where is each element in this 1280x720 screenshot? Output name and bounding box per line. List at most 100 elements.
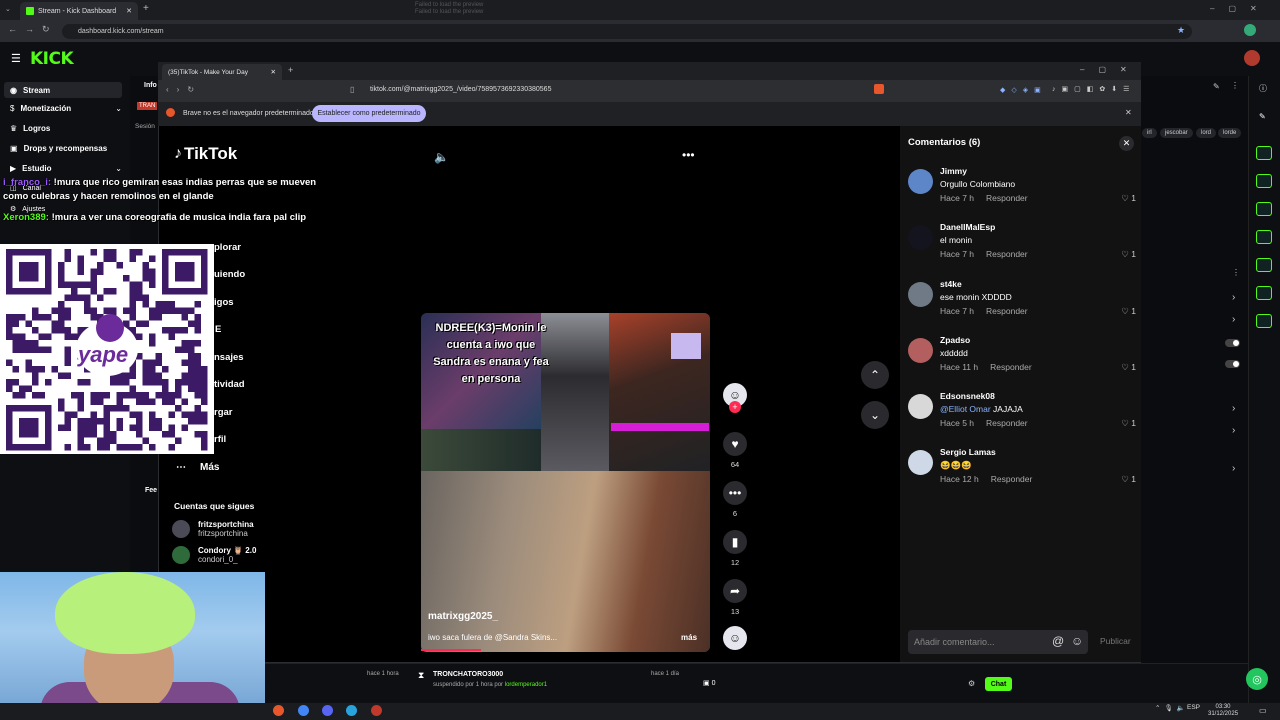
chat-send-button[interactable]: Chat [985,677,1012,691]
like-button[interactable]: ♥ 64 [723,432,747,469]
timer-icon[interactable] [1256,202,1272,216]
outer-tab-kick[interactable]: Stream - Kick Dashboard ✕ [20,2,138,20]
comment-like[interactable]: ♡ 1 [1121,474,1136,485]
reply-button[interactable]: Responder [991,474,1033,484]
more-icon[interactable]: ⋮ [1231,81,1239,90]
new-tab-button[interactable]: + [143,3,149,14]
publish-button[interactable]: Publicar [1100,636,1131,646]
tray-clock[interactable]: 03:30 31/12/2025 [1208,704,1238,718]
back-icon[interactable]: ← [8,24,17,34]
gear-icon[interactable]: ⚙ [968,679,975,688]
reply-button[interactable]: Responder [986,193,1028,203]
nav-siguiendo[interactable]: uiendo [214,269,245,280]
nav-cargar[interactable]: rgar [214,407,232,418]
sidebar-item-logros[interactable]: ♛ Logros [10,124,50,133]
lightning-icon[interactable] [1256,174,1272,188]
follow-plus-icon[interactable]: + [729,401,741,413]
tag-chip[interactable]: lorde [1218,128,1242,138]
forward-icon[interactable]: → [25,24,34,34]
brave-shield-icon[interactable] [874,84,884,94]
nav-amigos[interactable]: igos [214,297,234,308]
following-item[interactable]: Condory 🦉 2.0 condori_0_ [172,546,256,564]
broadcast-icon[interactable] [1256,258,1272,272]
nav-mensajes[interactable]: nsajes [214,352,244,363]
tag-chip[interactable]: lord [1196,128,1217,138]
reply-button[interactable]: Responder [986,306,1028,316]
rail-tool-icon[interactable] [1256,146,1272,160]
mention-icon[interactable]: @ [1052,634,1064,648]
nav-more[interactable]: ⋯ Más [176,462,219,473]
next-video-button[interactable]: ⌄ [861,401,889,429]
avatar[interactable] [908,282,933,307]
comment-author[interactable]: Jimmy [940,166,967,176]
nav-actividad[interactable]: tividad [214,379,245,390]
comment-button[interactable]: ••• 6 [723,481,747,518]
chevron-right-icon[interactable]: › [1232,314,1235,325]
reload-icon[interactable]: ↻ [42,24,50,35]
avatar[interactable] [908,169,933,194]
comment-author[interactable]: Sergio Lamas [940,447,996,457]
toolbar-icons[interactable]: ♪▣▢◧✿⬇☰ [1052,85,1135,93]
user-avatar[interactable] [1244,50,1260,66]
comment-like[interactable]: ♡ 1 [1121,362,1136,373]
reply-button[interactable]: Responder [986,249,1028,259]
comment-mention[interactable]: @Elliot Omar [940,404,991,414]
chevron-right-icon[interactable]: › [1232,463,1235,474]
sound-disc[interactable]: ☺ [723,626,747,650]
window-controls[interactable]: –▢✕ [1210,4,1271,13]
suspended-user[interactable]: TRONCHATORO3000 [433,671,503,678]
nav-explorar[interactable]: plorar [214,242,241,253]
nav-perfil[interactable]: rfil [214,434,226,445]
reply-button[interactable]: Responder [986,418,1028,428]
outer-url-field[interactable]: dashboard.kick.com/stream [62,24,1192,39]
comment-like[interactable]: ♡ 1 [1121,418,1136,429]
tiktok-logo[interactable]: ♪ TikTok [174,144,237,164]
layout-icon[interactable] [1256,286,1272,300]
comment-author[interactable]: Zpadso [940,335,970,345]
menu-icon[interactable]: ☰ [11,52,21,65]
comment-like[interactable]: ♡ 1 [1121,193,1136,204]
obs-taskbar-icon[interactable] [371,705,382,716]
tag-chip[interactable]: irl [1142,128,1157,138]
bookmark-star-icon[interactable]: ★ [1177,25,1185,36]
chevron-right-icon[interactable]: › [1232,425,1235,436]
nav-buttons[interactable]: ‹›↻ [166,85,202,94]
toggle-switch[interactable] [1225,360,1240,368]
info-icon[interactable]: ⓘ [1259,83,1267,94]
sidebar-item-estudio[interactable]: ▶ Estudio ⌄ [10,164,122,173]
avatar[interactable] [908,394,933,419]
comment-like[interactable]: ♡ 1 [1121,249,1136,260]
moderator-name[interactable]: lordemperador1 [505,682,547,688]
chat-icon[interactable] [1256,230,1272,244]
support-fab-icon[interactable]: ◎ [1246,668,1268,690]
edit-icon[interactable]: ✎ [1213,82,1220,91]
creator-avatar[interactable]: ☺ + [723,383,747,413]
emoji-icon[interactable]: ☺ [1071,634,1083,648]
bookmark-icon[interactable]: ▯ [350,85,354,94]
inner-tab-tiktok[interactable]: (35)TikTok - Make Your Day ✕ [162,64,282,80]
share-button[interactable]: ➦ 13 [723,579,747,616]
chrome-taskbar-icon[interactable] [298,705,309,716]
extension-icons[interactable]: ◆◇◈▣ [1000,86,1047,94]
reply-button[interactable]: Responder [990,362,1032,372]
new-tab-button[interactable]: + [288,65,293,75]
wrench-icon[interactable] [1256,314,1272,328]
close-tab-icon[interactable]: ✕ [126,7,132,15]
close-notice-icon[interactable]: ✕ [1125,108,1132,117]
comment-author[interactable]: Edsonsnek08 [940,391,995,401]
kick-logo[interactable]: KICK [30,49,74,69]
tray-language[interactable]: ESP [1187,704,1200,711]
more-icon[interactable]: ⋮ [1232,268,1240,277]
video-progress[interactable] [421,649,481,651]
sidebar-item-monetizacion[interactable]: $ Monetización ⌄ [10,104,122,113]
comment-author[interactable]: st4ke [940,279,962,289]
comment-like[interactable]: ♡ 1 [1121,306,1136,317]
tag-chip[interactable]: jescobar [1160,128,1193,138]
nav-live[interactable]: E [215,324,221,335]
sidebar-item-stream[interactable]: ◉ Stream [4,82,122,98]
notifications-icon[interactable]: ▭ [1259,706,1267,715]
set-default-button[interactable]: Establecer como predeterminado [312,105,426,122]
tab-list-icon[interactable]: ⌄ [5,5,11,13]
sidebar-item-drops[interactable]: ▣ Drops y recompensas [10,144,107,153]
inner-url-field[interactable]: tiktok.com/@matrixgg2025_/video/75895736… [370,86,551,93]
